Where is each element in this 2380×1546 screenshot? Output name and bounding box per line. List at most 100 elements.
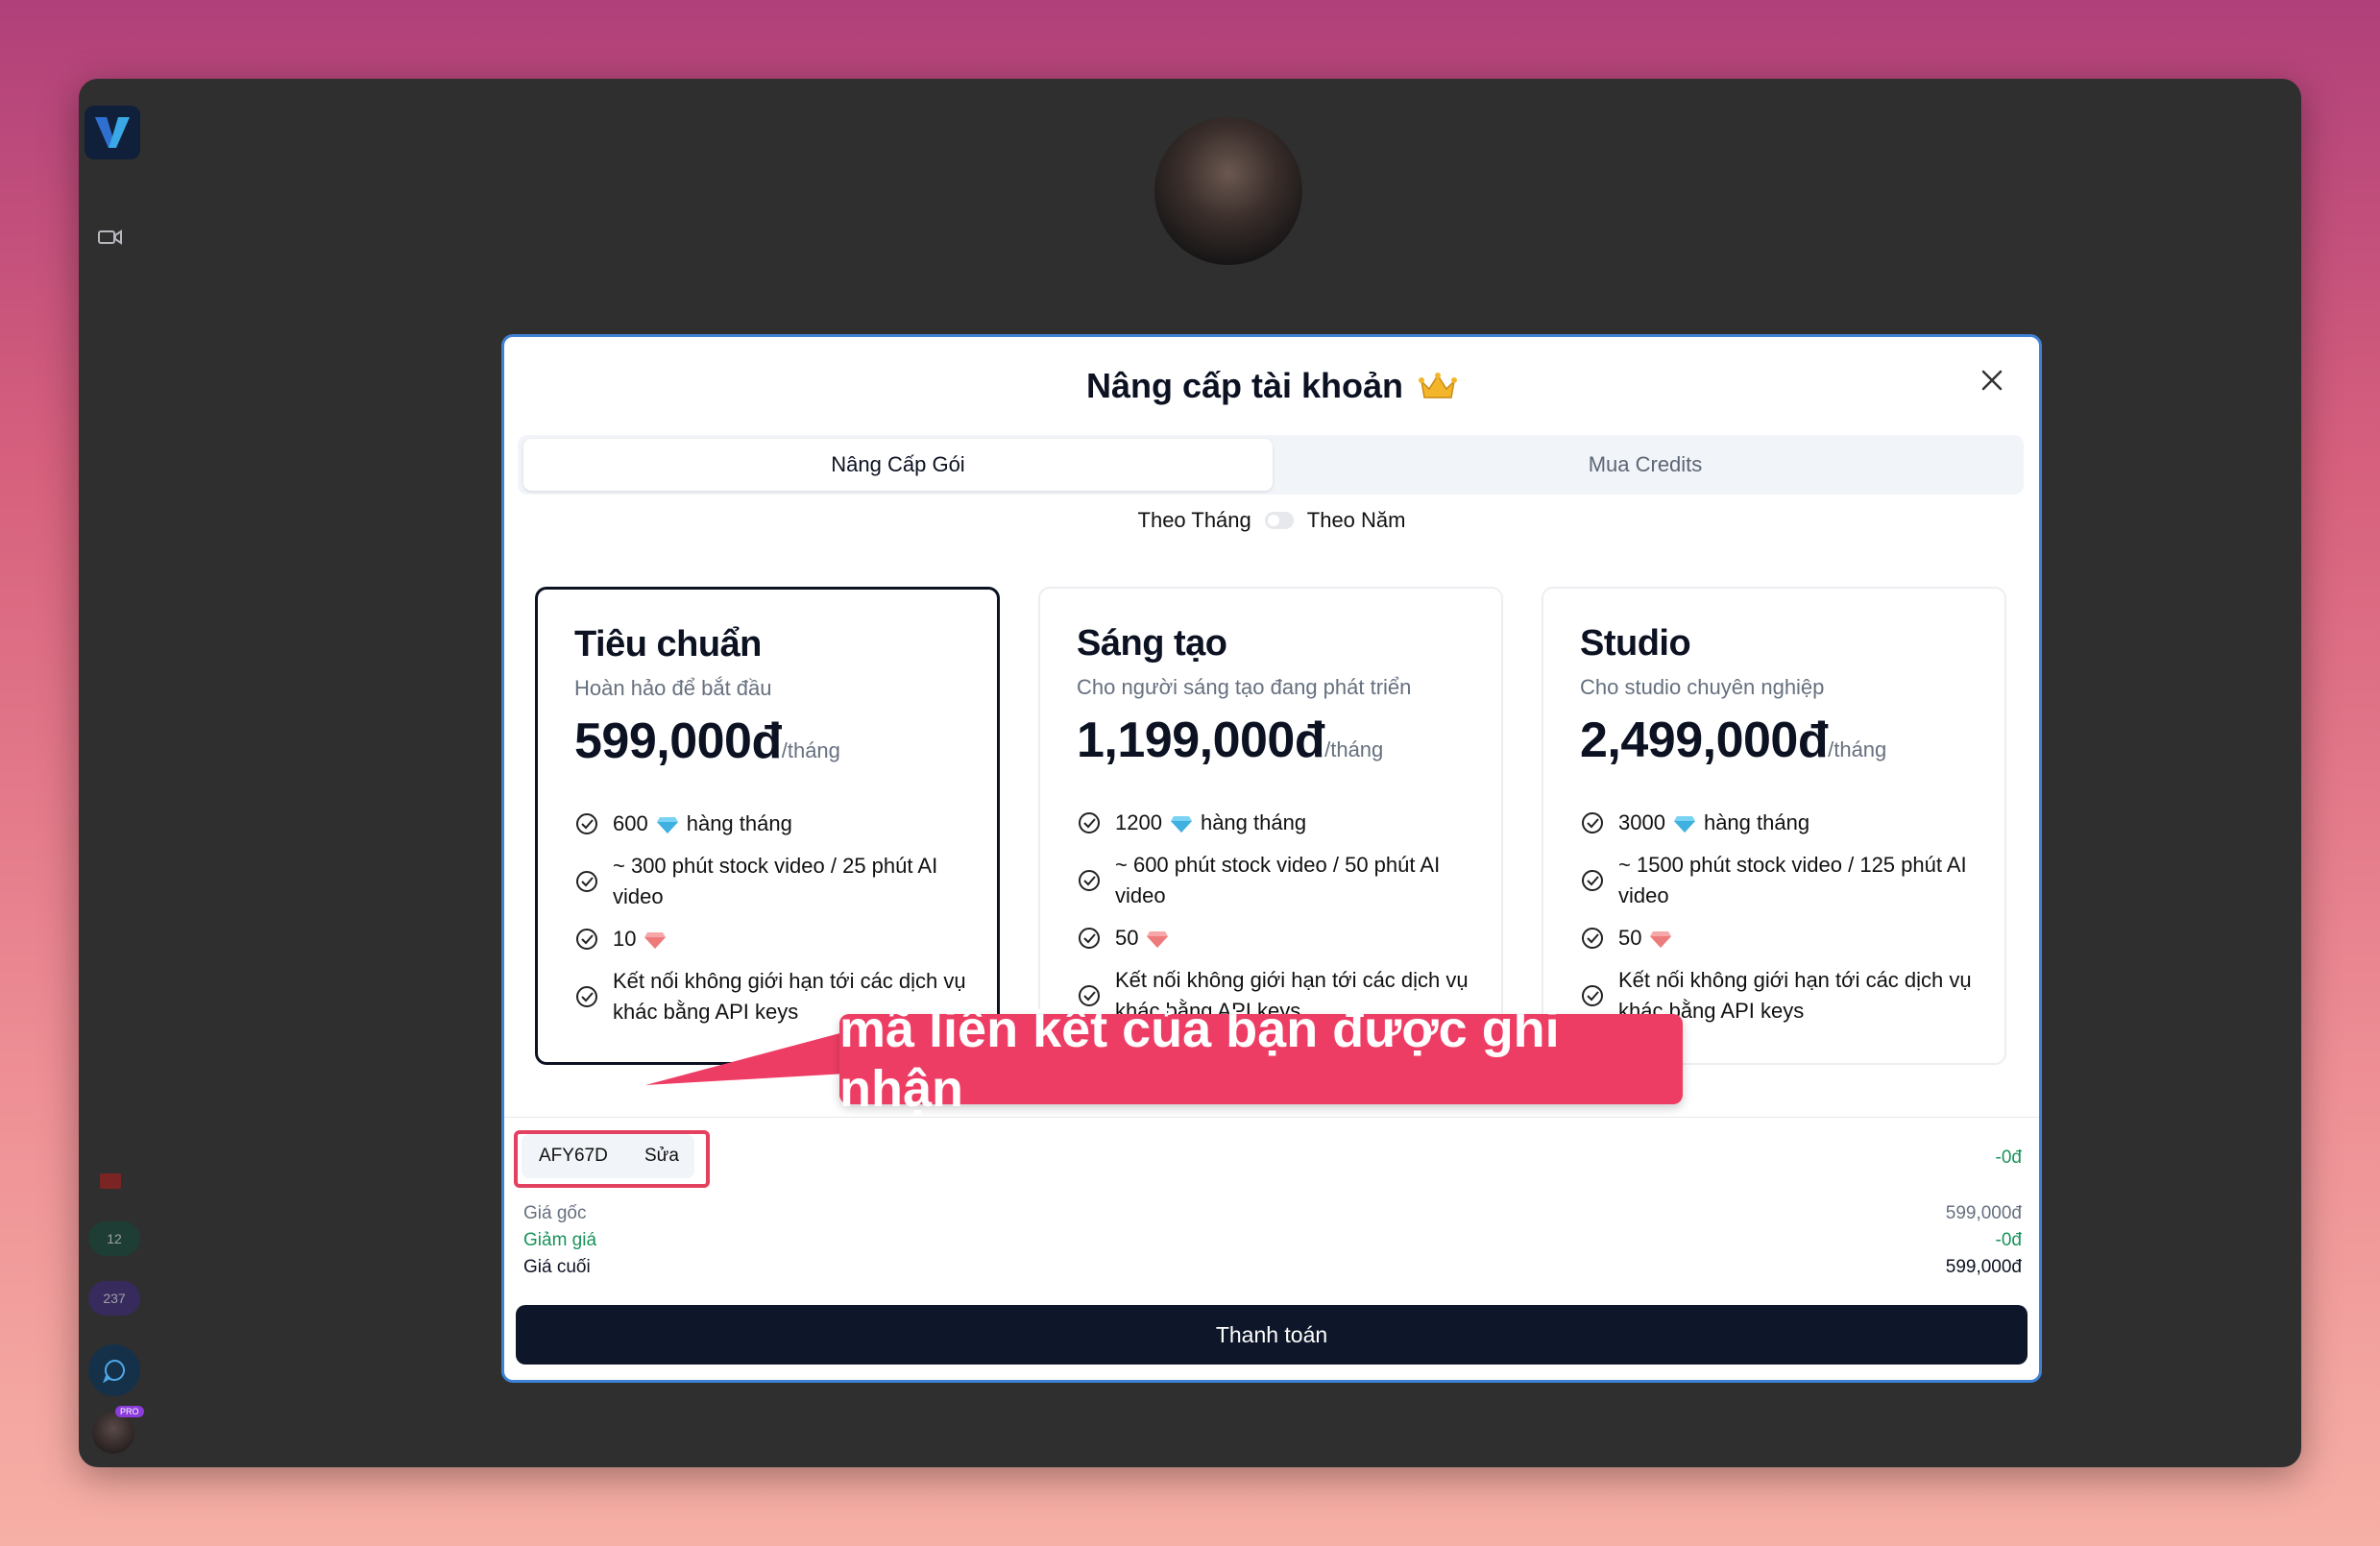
feature-video: ~ 1500 phút stock video / 125 phút AI vi… [1580, 850, 1976, 911]
pro-badge: PRO [115, 1406, 144, 1417]
feature-gems-text: 600 hàng tháng [613, 809, 792, 839]
check-circle-icon [576, 929, 597, 950]
gems-suffix: hàng tháng [1200, 810, 1307, 834]
feature-gems: 3000 hàng tháng [1580, 808, 1976, 838]
video-camera-icon[interactable] [98, 229, 123, 251]
profile-avatar [1154, 117, 1302, 265]
pink-diamond-icon [1650, 931, 1672, 949]
tab-upgrade-plan[interactable]: Nâng Cấp Gói [523, 439, 1273, 491]
app-window: 12 237 PRO Nâng cấp tài khoản Nâng Cấp G… [79, 79, 2301, 1467]
blue-gem-icon [656, 817, 678, 834]
credits-badge-value: 237 [103, 1291, 126, 1306]
close-icon [1981, 370, 2003, 391]
credits-badge-value: 12 [107, 1231, 122, 1246]
summary-original-price: Giá gốc 599,000đ [523, 1203, 2022, 1224]
plan-price: 2,499,000đ/tháng [1580, 712, 1886, 769]
tab-buy-credits[interactable]: Mua Credits [1271, 439, 2020, 491]
modal-title: Nâng cấp tài khoản [504, 366, 2039, 406]
plan-name: Tiêu chuẩn [574, 624, 762, 664]
feature-gems: 600 hàng tháng [574, 809, 968, 839]
tab-bar: Nâng Cấp Gói Mua Credits [518, 435, 2024, 495]
plan-name: Studio [1580, 623, 1691, 664]
check-circle-icon [576, 871, 597, 892]
feature-credits-text: 10 [613, 924, 674, 954]
feature-gems-text: 1200 hàng tháng [1115, 808, 1306, 838]
blue-gem-icon [1673, 816, 1695, 833]
feature-video-text: ~ 600 phút stock video / 50 phút AI vide… [1115, 853, 1441, 907]
highlight-frame [514, 1130, 710, 1188]
plan-price-value: 2,499,000đ [1580, 713, 1829, 768]
user-avatar[interactable] [92, 1412, 134, 1454]
check-circle-icon [1079, 928, 1100, 949]
check-circle-icon [1582, 928, 1603, 949]
feature-gems-text: 3000 hàng tháng [1618, 808, 1809, 838]
plan-price-period: /tháng [1324, 737, 1384, 761]
summary-label: Giá cuối [523, 1257, 591, 1277]
plan-card-creator[interactable]: Sáng tạo Cho người sáng tạo đang phát tr… [1038, 587, 1503, 1065]
check-circle-icon [1582, 812, 1603, 833]
pink-diamond-icon [644, 932, 667, 950]
annotation-callout: mã liên kết của bạn được ghi nhận [839, 1001, 1683, 1118]
summary-final-price: Giá cuối 599,000đ [523, 1257, 2022, 1278]
gems-suffix: hàng tháng [1703, 810, 1810, 834]
summary-value: 599,000đ [1945, 1203, 2022, 1223]
sidebar: 12 237 PRO [79, 79, 150, 1467]
plan-price-value: 599,000đ [574, 713, 782, 769]
billing-toggle-row: Theo Tháng Theo Năm [504, 508, 2039, 533]
app-logo[interactable] [85, 106, 140, 159]
plan-price-value: 1,199,000đ [1077, 713, 1325, 768]
feature-video: ~ 600 phút stock video / 50 phút AI vide… [1077, 850, 1472, 911]
check-circle-icon [1079, 870, 1100, 891]
summary-discount: Giảm giá -0đ [523, 1230, 2022, 1251]
plan-card-studio[interactable]: Studio Cho studio chuyên nghiệp 2,499,00… [1542, 587, 2006, 1065]
blue-gem-icon [1170, 816, 1192, 833]
callout-arrow-icon [645, 1031, 847, 1085]
gems-suffix: hàng tháng [686, 811, 792, 835]
plan-description: Hoàn hảo để bắt đầu [574, 676, 772, 700]
check-circle-icon [576, 986, 597, 1007]
credits-amount: 50 [1115, 926, 1139, 950]
check-circle-icon [576, 813, 597, 834]
credits-amount: 50 [1618, 926, 1642, 950]
feature-video-text: ~ 300 phút stock video / 25 phút AI vide… [613, 854, 938, 908]
feature-credits-text: 50 [1618, 923, 1680, 954]
credits-badge-gem[interactable]: 12 [88, 1221, 140, 1256]
gems-amount: 1200 [1115, 810, 1162, 834]
plan-price: 599,000đ/tháng [574, 713, 840, 770]
crown-icon [1419, 373, 1458, 399]
feature-video-text: ~ 1500 phút stock video / 125 phút AI vi… [1618, 853, 1967, 907]
chat-bubble-icon[interactable] [88, 1344, 140, 1396]
check-circle-icon [1582, 870, 1603, 891]
feature-credits: 10 [574, 924, 968, 954]
plan-description: Cho người sáng tạo đang phát triển [1077, 675, 1412, 699]
plan-description: Cho studio chuyên nghiệp [1580, 675, 1825, 699]
check-circle-icon [1079, 812, 1100, 833]
modal-title-text: Nâng cấp tài khoản [1085, 366, 1404, 405]
summary-label: Giảm giá [523, 1230, 597, 1250]
feature-credits: 50 [1580, 923, 1976, 954]
summary-label: Giá gốc [523, 1203, 587, 1223]
plan-price-period: /tháng [1828, 737, 1887, 761]
app-logo-v-icon [95, 117, 130, 148]
feature-video: ~ 300 phút stock video / 25 phút AI vide… [574, 851, 968, 912]
close-button[interactable] [1976, 364, 2008, 397]
plan-name: Sáng tạo [1077, 623, 1227, 664]
gems-amount: 3000 [1618, 810, 1665, 834]
credits-amount: 10 [613, 927, 637, 951]
pink-diamond-icon [1147, 931, 1169, 949]
plan-price: 1,199,000đ/tháng [1077, 712, 1383, 769]
plan-card-standard[interactable]: Tiêu chuẩn Hoàn hảo để bắt đầu 599,000đ/… [535, 587, 1000, 1065]
feature-credits: 50 [1077, 923, 1472, 954]
feature-credits-text: 50 [1115, 923, 1177, 954]
billing-yearly-label: Theo Năm [1306, 508, 1406, 532]
gems-amount: 600 [613, 811, 648, 835]
credits-badge-diamond[interactable]: 237 [88, 1281, 140, 1316]
summary-value: 599,000đ [1945, 1257, 2022, 1277]
pay-button[interactable]: Thanh toán [516, 1305, 2028, 1365]
upgrade-modal: Nâng cấp tài khoản Nâng Cấp Gói Mua Cred… [501, 334, 2042, 1383]
vietnam-flag-icon[interactable] [100, 1173, 121, 1189]
referral-discount: -0đ [1995, 1147, 2022, 1168]
feature-gems: 1200 hàng tháng [1077, 808, 1472, 838]
billing-period-toggle[interactable] [1264, 512, 1294, 529]
plan-price-period: /tháng [781, 738, 840, 762]
